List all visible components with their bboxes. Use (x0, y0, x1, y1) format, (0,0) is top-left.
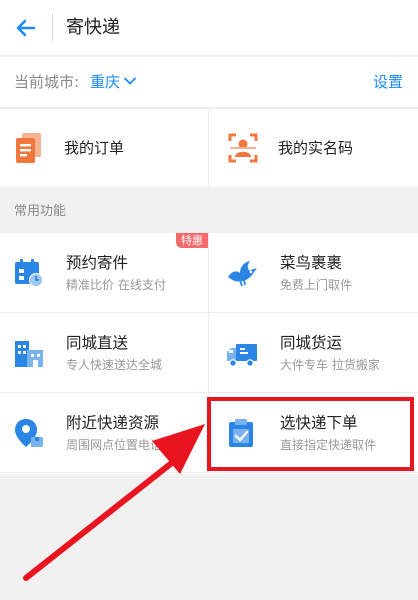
my-orders-label: 我的订单 (64, 139, 125, 157)
feature-title: 同城货运 (280, 334, 343, 352)
page-title: 寄快递 (66, 17, 120, 38)
buildings-icon (15, 341, 43, 367)
feature-subtitle: 精准比价 在线支付 (66, 278, 166, 292)
feature-subtitle: 周围网点位置电话 (66, 438, 163, 452)
truck-icon (227, 344, 257, 367)
city-bar: 当前城市: 重庆 设置 (0, 57, 418, 107)
city-selector[interactable]: 重庆 (90, 72, 120, 92)
promo-badge: 特惠 (176, 233, 208, 248)
city-label: 当前城市: (14, 73, 80, 91)
feature-cainiao-guoguo[interactable]: 菜鸟裹裹 免费上门取件 (208, 233, 418, 313)
feature-subtitle: 专人快速送达全城 (66, 358, 163, 372)
document-icon (16, 133, 41, 163)
back-arrow-icon[interactable] (14, 16, 38, 40)
feature-title: 预约寄件 (66, 254, 129, 272)
highlight-box (207, 397, 414, 471)
settings-link[interactable]: 设置 (373, 72, 403, 92)
calendar-clock-icon (15, 259, 43, 287)
feature-nearby-couriers[interactable]: 附近快递资源 周围网点位置电话 (0, 393, 208, 473)
feature-book-shipment[interactable]: 预约寄件 精准比价 在线支付 特惠 (0, 233, 208, 313)
feature-city-delivery[interactable]: 同城直送 专人快速送达全城 (0, 313, 208, 393)
feature-subtitle: 免费上门取件 (280, 278, 353, 292)
feature-subtitle: 大件专车 拉货搬家 (280, 358, 380, 372)
section-title: 常用功能 (14, 204, 67, 219)
my-realname-code-label: 我的实名码 (278, 139, 354, 157)
feature-city-freight[interactable]: 同城货运 大件专车 拉货搬家 (208, 313, 418, 393)
bird-icon (228, 261, 257, 287)
my-orders-button[interactable]: 我的订单 (0, 109, 208, 188)
map-pin-icon (15, 419, 43, 447)
qr-scan-icon (228, 133, 258, 163)
feature-title: 附近快递资源 (66, 414, 160, 432)
header-divider (52, 13, 53, 41)
feature-title: 菜鸟裹裹 (280, 254, 343, 272)
chevron-down-icon[interactable] (123, 74, 137, 88)
quick-actions: 我的订单 我的实名码 (0, 108, 418, 188)
my-realname-code-button[interactable]: 我的实名码 (209, 109, 417, 188)
feature-title: 同城直送 (66, 334, 129, 352)
app-header: 寄快递 (0, 0, 418, 56)
